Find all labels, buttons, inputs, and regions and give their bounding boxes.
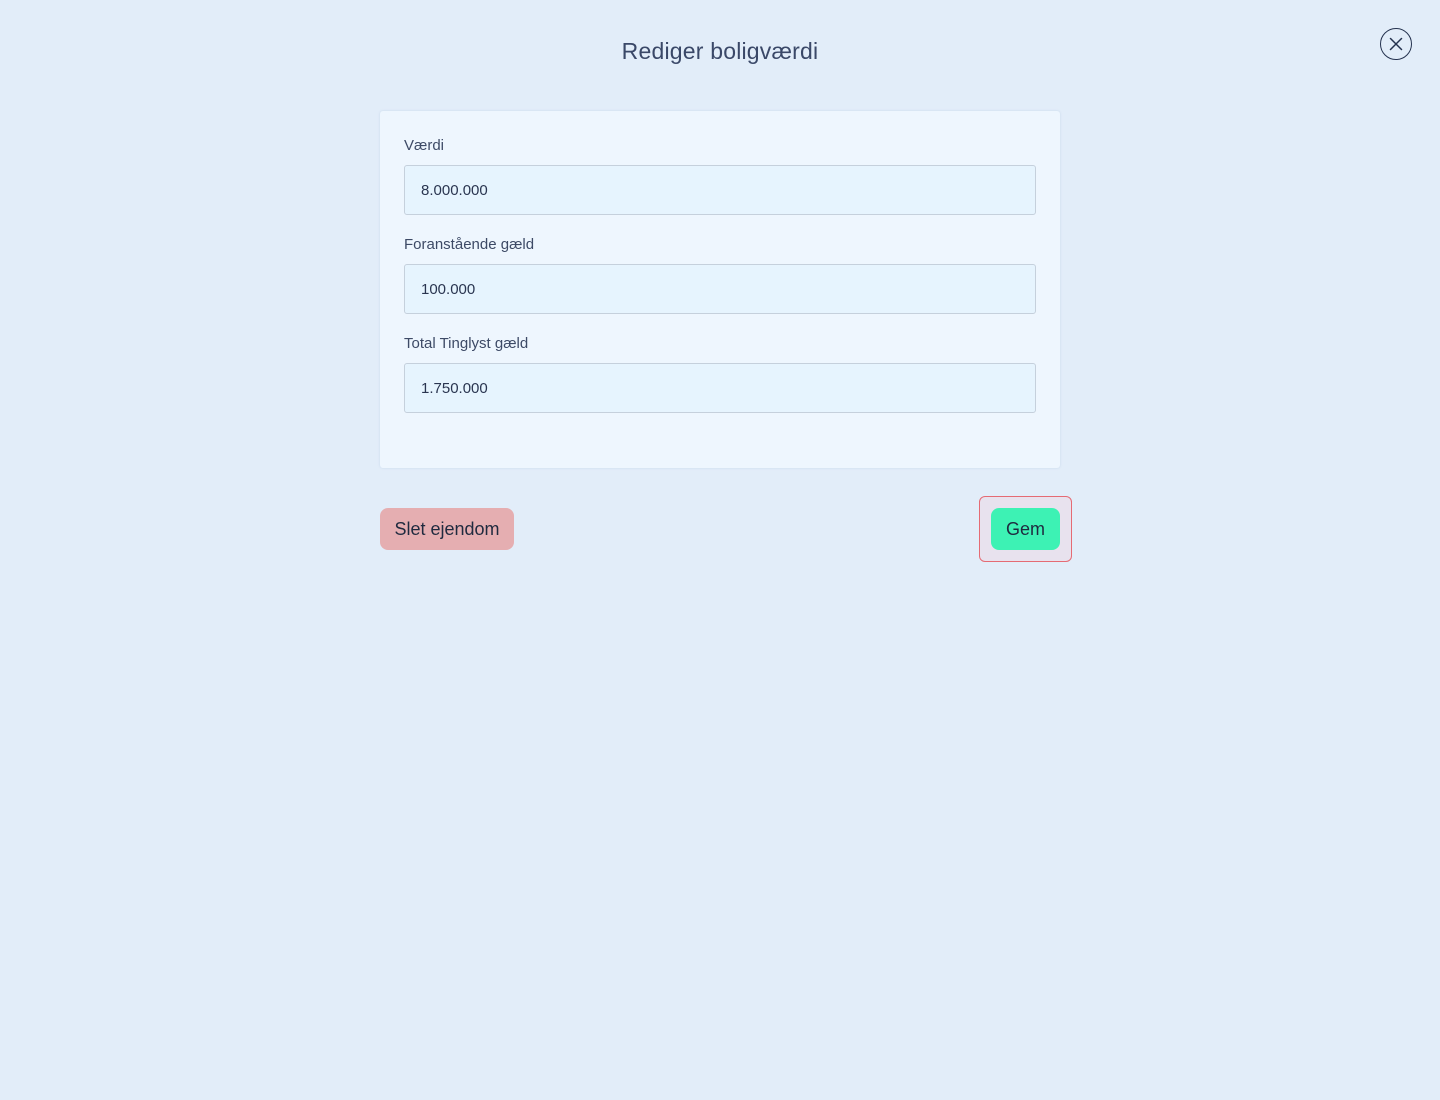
close-icon — [1389, 37, 1403, 51]
prior-debt-field: Foranstående gæld — [404, 236, 1036, 314]
value-field: Værdi — [404, 137, 1036, 215]
value-input[interactable] — [404, 165, 1036, 215]
value-label: Værdi — [404, 137, 445, 154]
save-button[interactable]: Gem — [991, 508, 1060, 550]
delete-property-button[interactable]: Slet ejendom — [380, 508, 514, 550]
total-registered-debt-input[interactable] — [404, 363, 1036, 413]
close-button[interactable] — [1380, 28, 1412, 60]
prior-debt-label: Foranstående gæld — [404, 236, 535, 253]
prior-debt-input[interactable] — [404, 264, 1036, 314]
form-card: Værdi Foranstående gæld Total Tinglyst g… — [380, 111, 1060, 468]
modal-title: Rediger boligværdi — [621, 38, 819, 64]
edit-property-value-modal: Rediger boligværdi Værdi Foranstående gæ… — [0, 0, 1440, 1100]
total-registered-debt-label: Total Tinglyst gæld — [404, 335, 529, 352]
total-registered-debt-field: Total Tinglyst gæld — [404, 335, 1036, 413]
